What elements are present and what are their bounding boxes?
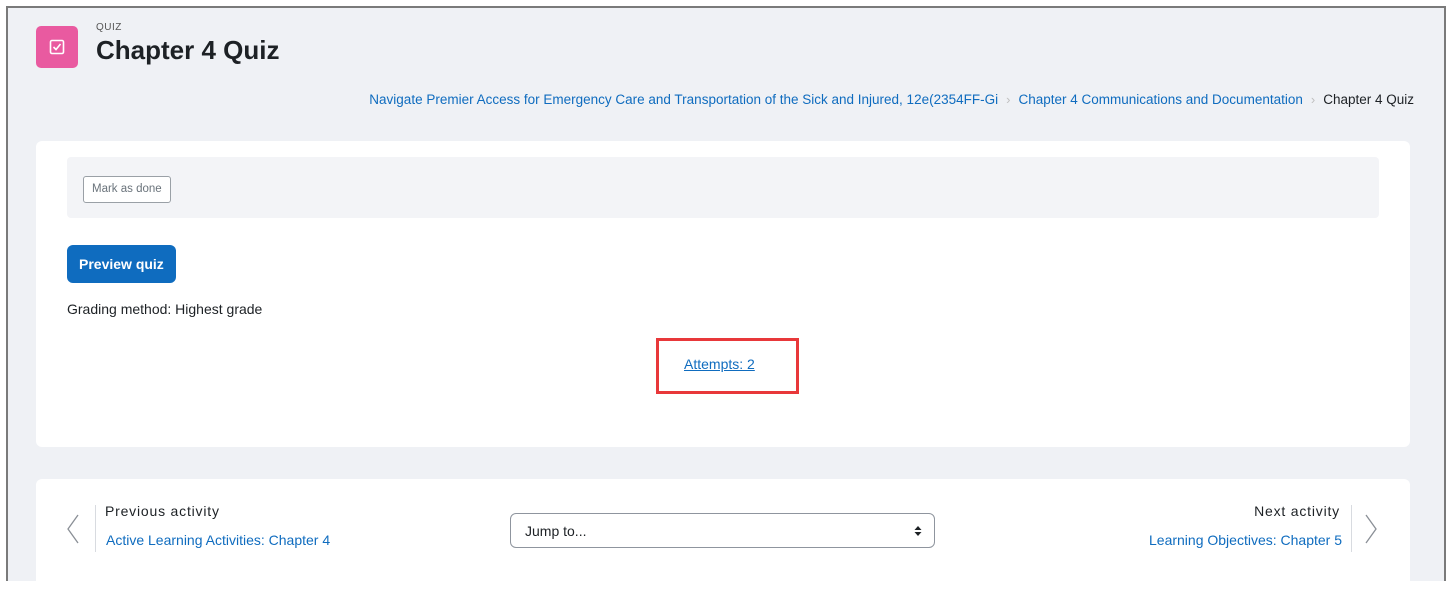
chevron-right-icon[interactable]: [1364, 513, 1378, 545]
divider: [1351, 505, 1352, 552]
activity-navigation: Previous activity Active Learning Activi…: [36, 479, 1410, 589]
page-frame: QUIZ Chapter 4 Quiz Navigate Premier Acc…: [6, 6, 1446, 589]
attempts-link[interactable]: Attempts: 2: [684, 356, 755, 372]
chevron-right-icon: ›: [1310, 92, 1316, 107]
chevron-left-icon[interactable]: [66, 513, 80, 545]
previous-activity-label: Previous activity: [105, 503, 220, 519]
breadcrumb-current: Chapter 4 Quiz: [1323, 92, 1414, 107]
next-activity-link[interactable]: Learning Objectives: Chapter 5: [1149, 532, 1342, 548]
jump-to-value: Jump to...: [525, 522, 587, 539]
sort-updown-icon: [914, 525, 922, 537]
breadcrumb: Navigate Premier Access for Emergency Ca…: [369, 92, 1414, 107]
activity-type-label: QUIZ: [96, 22, 122, 33]
quiz-checkbox-icon: [36, 26, 78, 68]
breadcrumb-section-link[interactable]: Chapter 4 Communications and Documentati…: [1018, 92, 1302, 107]
divider: [95, 505, 96, 552]
quiz-info-card: Mark as done Preview quiz Grading method…: [36, 141, 1410, 447]
breadcrumb-course-link[interactable]: Navigate Premier Access for Emergency Ca…: [369, 92, 998, 107]
chevron-right-icon: ›: [1006, 92, 1011, 107]
grading-method-text: Grading method: Highest grade: [67, 301, 263, 317]
preview-quiz-button[interactable]: Preview quiz: [67, 245, 176, 283]
jump-to-select[interactable]: Jump to...: [510, 513, 935, 548]
previous-activity-link[interactable]: Active Learning Activities: Chapter 4: [106, 532, 330, 548]
next-activity-label: Next activity: [1254, 503, 1340, 519]
page-title: Chapter 4 Quiz: [96, 35, 280, 65]
mark-as-done-button[interactable]: Mark as done: [83, 176, 171, 203]
activity-completion-area: Mark as done: [67, 157, 1379, 218]
